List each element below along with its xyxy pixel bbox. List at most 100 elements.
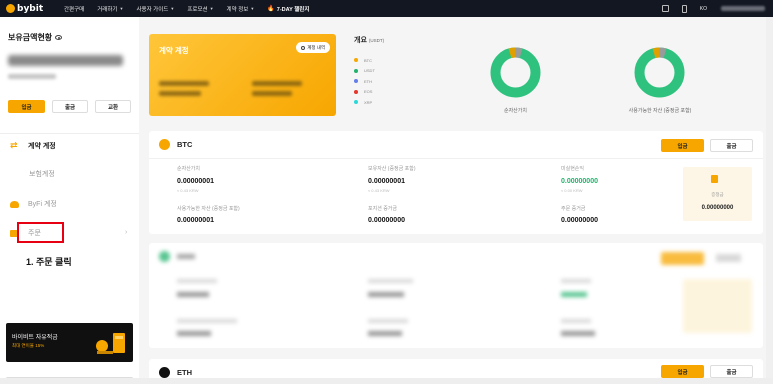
notification-icon[interactable] — [661, 5, 669, 12]
sidebar-item-byfi[interactable]: ByFi 계정 — [10, 199, 57, 209]
bonus-box-blurred — [683, 279, 752, 333]
nav-item-easy-buy[interactable]: 간편구매 — [64, 5, 84, 13]
nav-item-guide[interactable]: 사용자 가이드 ▼ — [136, 5, 174, 13]
net-value-donut-chart — [490, 47, 541, 98]
nav-label: 7-DAY 챌린지 — [276, 6, 310, 13]
available-assets-donut-chart — [634, 47, 685, 98]
instruction-step-label: 1. 주문 클릭 — [26, 257, 72, 267]
field-value: 0.00000001 — [177, 178, 214, 185]
field-value: 0.00000000 — [561, 217, 598, 224]
nav-label: 프로모션 — [187, 6, 208, 13]
eth-deposit-button[interactable]: 입금 — [661, 365, 704, 378]
nav-label: 계약 정보 — [226, 6, 249, 13]
field-value: 0.00000001 — [177, 217, 214, 224]
field-value: 0.00000001 — [368, 178, 405, 185]
btc-card-header: BTC — [159, 139, 192, 150]
horizontal-scrollbar[interactable] — [0, 378, 773, 384]
field-blurred — [561, 331, 595, 336]
legend-item: ETH — [354, 76, 375, 87]
coin-name-blurred — [177, 254, 195, 259]
bonus-label: 증정금 — [711, 192, 724, 197]
field-sub: ≈ 0.43 KRW — [368, 188, 390, 193]
field-label: 주문 증거금 — [561, 206, 586, 212]
nav-label: 간편구매 — [64, 6, 85, 13]
sidebar-item-label: 보험계정 — [29, 171, 55, 178]
contract-account-card: 계약 계정 계정 내역 — [149, 34, 336, 116]
legend-label: XRP — [364, 99, 373, 105]
field-label: 미실현손익 — [561, 166, 585, 172]
btc-asset-card: BTC 입금 출금 순자산가치 0.00000001 ≈ 0.43 KRW 보유… — [149, 131, 763, 234]
language-selector[interactable]: KO — [700, 6, 707, 12]
bybit-logo[interactable]: bybit — [6, 4, 54, 14]
logo-text: bybit — [17, 3, 44, 14]
field-label: 순자산가치 — [177, 166, 201, 172]
deposit-button[interactable]: 입금 — [8, 100, 45, 113]
flame-icon: 🔥 — [267, 6, 275, 12]
field-blurred — [368, 319, 408, 323]
legend-dot — [354, 89, 358, 94]
field-sub: ≈ 0.00 KRW — [561, 188, 583, 193]
donut-label-available: 사용가능한 자산 (증정금 포함) — [628, 108, 692, 114]
legend-label: USDT — [364, 68, 375, 74]
nav-item-promotion[interactable]: 프로모션 ▼ — [187, 5, 213, 13]
btc-withdraw-button[interactable]: 출금 — [710, 139, 753, 152]
sidebar-item-label: 계약 계정 — [28, 142, 56, 150]
nav-item-challenge[interactable]: 🔥 7-DAY 챌린지 — [267, 5, 309, 13]
page-scrollbar[interactable] — [766, 17, 773, 384]
withdraw-button[interactable]: 출금 — [52, 100, 88, 113]
field-value: 0.00000000 — [368, 217, 405, 224]
balance-sub-blurred — [8, 74, 56, 79]
account-history-button[interactable]: 계정 내역 — [296, 42, 330, 53]
caret-down-icon: ▼ — [119, 6, 124, 11]
field-blurred — [561, 292, 587, 297]
user-account-blurred[interactable] — [721, 6, 765, 11]
sidebar-item-contract-account[interactable]: ⇄ 계약 계정 — [10, 140, 56, 151]
bonus-value: 0.00000000 — [701, 205, 734, 211]
gift-icon — [711, 175, 718, 183]
field-blurred — [368, 279, 413, 283]
field-blurred — [177, 292, 209, 297]
asset-title-text: 보유금액현황 — [8, 33, 53, 42]
btc-deposit-button[interactable]: 입금 — [661, 139, 704, 152]
legend-item: BTC — [354, 55, 375, 66]
field-blurred — [561, 279, 591, 283]
exchange-button[interactable]: 교환 — [95, 100, 131, 113]
logo-mark-icon — [6, 4, 15, 13]
field-sub: ≈ 0.43 KRW — [177, 188, 199, 193]
legend-dot — [354, 100, 358, 105]
highlight-box — [17, 222, 64, 243]
donut-label-net-value: 순자산가치 — [503, 108, 527, 114]
caret-down-icon: ▼ — [250, 6, 255, 11]
legend-item: XRP — [354, 97, 375, 108]
banner-title: 바이비트 자유적금 — [12, 335, 58, 341]
savings-promo-banner[interactable]: 바이비트 자유적금 최대 연이율 15% — [6, 323, 133, 362]
overview-title-text: 개요 — [354, 37, 367, 44]
top-navigation-bar: bybit 간편구매 거래하기 ▼ 사용자 가이드 ▼ 프로모션 ▼ 계약 정보 ▼ 🔥… — [0, 0, 773, 17]
field-blurred — [177, 279, 217, 283]
contract-card-title: 계약 계정 — [159, 46, 189, 55]
contract-value-blurred — [252, 91, 292, 96]
legend-label: ETH — [364, 78, 372, 84]
eth-withdraw-button[interactable]: 출금 — [710, 365, 753, 378]
contract-value-blurred — [159, 81, 209, 86]
field-label: 보유자산 (증정금 포함) — [368, 166, 416, 172]
coin-name: ETH — [177, 368, 192, 377]
overview-legend: BTC USDT ETH EOS XRP — [354, 55, 375, 108]
bitcoin-icon — [159, 139, 170, 150]
legend-item: EOS — [354, 87, 375, 98]
history-icon — [301, 45, 306, 50]
sidebar-item-label: ByFi 계정 — [28, 201, 57, 208]
nav-item-trade[interactable]: 거래하기 ▼ — [97, 5, 123, 13]
coin-name: BTC — [177, 140, 193, 149]
nav-item-contract-info[interactable]: 계약 정보 ▼ — [227, 5, 255, 13]
eye-icon[interactable] — [55, 35, 63, 40]
account-history-label: 계정 내역 — [307, 44, 325, 50]
legend-item: USDT — [354, 66, 375, 77]
sidebar-item-insurance[interactable]: 보험계정 — [29, 169, 55, 179]
chevron-right-icon: › — [125, 229, 128, 236]
field-blurred — [368, 292, 404, 297]
mobile-app-icon[interactable] — [681, 4, 687, 13]
deposit-button-blurred — [661, 252, 704, 265]
blurred-asset-card — [149, 243, 763, 348]
sidebar: 보유금액현황 입금 출금 교환 ⇄ 계약 계정 보험계정 ByFi 계정 주문 … — [0, 17, 139, 384]
